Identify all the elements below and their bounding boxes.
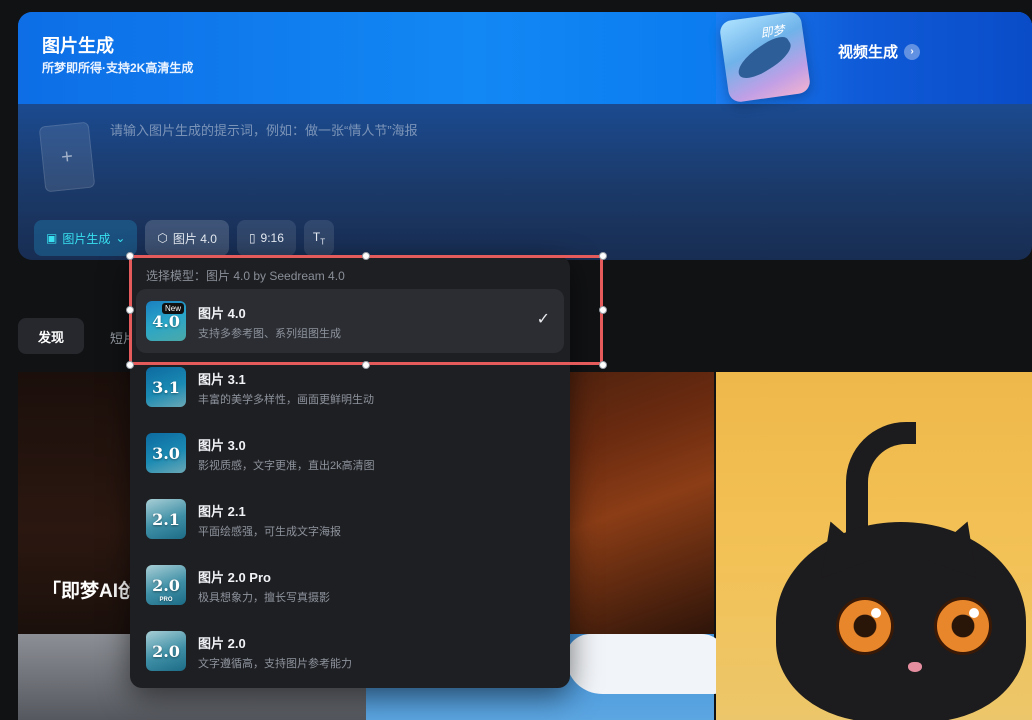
resize-handle[interactable] xyxy=(599,306,607,314)
model-thumbnail-label: 3.1 xyxy=(152,377,180,397)
image-generation-panel: 图片生成 所梦即所得·支持2K高清生成 即梦 视频生成 › + 请输入图片生成的… xyxy=(18,12,1032,260)
resize-handle[interactable] xyxy=(362,361,370,369)
model-name: 图片 3.1 xyxy=(198,372,246,387)
image-mode-icon: ▣ xyxy=(46,231,58,245)
cat-nose xyxy=(908,662,922,672)
model-option-3-0[interactable]: 3.0 图片 3.0 影视质感，文字更准，直出2k高清图 xyxy=(136,421,564,485)
model-name: 图片 2.0 xyxy=(198,636,246,651)
cube-icon: ⬡ xyxy=(157,231,168,245)
resize-handle[interactable] xyxy=(362,252,370,260)
resize-handle[interactable] xyxy=(126,252,134,260)
dropdown-header: 选择模型：图片 4.0 by Seedream 4.0 xyxy=(146,269,345,283)
checkmark-icon: ✓ xyxy=(536,311,550,328)
model-description: 文字遵循高，支持图片参考能力 xyxy=(198,658,352,670)
model-thumbnail: 3.0 xyxy=(146,433,186,473)
gallery-card-black-cat[interactable] xyxy=(716,372,1032,720)
model-dropdown: 选择模型：图片 4.0 by Seedream 4.0 4.0 New 图片 4… xyxy=(130,256,570,688)
model-option-2-0[interactable]: 2.0 图片 2.0 文字遵循高，支持图片参考能力 xyxy=(136,619,564,683)
model-description: 丰富的美学多样性，画面更鲜明生动 xyxy=(198,394,374,406)
video-generation-label: 视频生成 xyxy=(838,44,899,61)
cat-eye xyxy=(836,597,894,655)
model-option-2-0-pro[interactable]: 2.0 PRO 图片 2.0 Pro 极具想象力，擅长写真摄影 xyxy=(136,553,564,617)
model-description: 支持多参考图、系列组图生成 xyxy=(198,328,341,340)
aspect-ratio-label: 9:16 xyxy=(260,231,284,245)
aspect-ratio-button[interactable]: ▯ 9:16 xyxy=(236,220,296,256)
model-option-3-1[interactable]: 3.1 图片 3.1 丰富的美学多样性，画面更鲜明生动 xyxy=(136,355,564,419)
model-name: 图片 4.0 xyxy=(198,306,246,321)
resize-handle[interactable] xyxy=(599,252,607,260)
mode-select-button[interactable]: ▣ 图片生成 ⌄ xyxy=(34,220,138,256)
model-description: 平面绘感强，可生成文字海报 xyxy=(198,526,341,538)
model-option-4-0[interactable]: 4.0 New 图片 4.0 支持多参考图、系列组图生成 ✓ xyxy=(136,289,564,353)
model-select-button[interactable]: ⬡ 图片 4.0 xyxy=(145,220,229,256)
chevron-right-icon: › xyxy=(904,43,921,60)
model-select-label: 图片 4.0 xyxy=(172,231,217,246)
model-thumbnail-label: 2.0 xyxy=(152,575,180,595)
cat-eye xyxy=(934,597,992,655)
model-description: 极具想象力，擅长写真摄影 xyxy=(198,592,330,604)
video-generation-card[interactable]: 即梦 视频生成 › xyxy=(716,12,1032,104)
page-title: 图片生成 xyxy=(42,36,114,56)
model-thumbnail: 2.1 xyxy=(146,499,186,539)
cloud-image xyxy=(566,634,726,694)
mode-select-label: 图片生成 xyxy=(62,231,111,246)
model-thumbnail: 2.0 PRO xyxy=(146,565,186,605)
model-thumbnail: 2.0 xyxy=(146,631,186,671)
model-thumbnail: 3.1 xyxy=(146,367,186,407)
model-thumbnail: 4.0 New xyxy=(146,301,186,341)
model-thumbnail-label: 2.0 xyxy=(152,641,180,661)
plus-icon: + xyxy=(59,144,74,169)
chevron-down-icon: ⌄ xyxy=(115,231,126,245)
text-size-icon: TT xyxy=(312,229,326,247)
model-name: 图片 2.0 Pro xyxy=(198,570,271,585)
upload-reference-button[interactable]: + xyxy=(38,121,96,193)
video-thumbnail-label: 即梦 xyxy=(759,23,786,41)
tab-discover[interactable]: 发现 xyxy=(18,318,84,354)
page-subtitle: 所梦即所得·支持2K高清生成 xyxy=(42,61,194,75)
model-thumbnail-label: 4.0 xyxy=(152,311,180,331)
video-generation-link[interactable]: 视频生成 › xyxy=(838,41,921,62)
video-thumbnail: 即梦 xyxy=(718,12,812,104)
model-name: 图片 2.1 xyxy=(198,504,246,519)
text-size-button[interactable]: TT xyxy=(303,220,335,256)
resize-handle[interactable] xyxy=(126,361,134,369)
resize-handle[interactable] xyxy=(126,306,134,314)
model-thumbnail-label: 3.0 xyxy=(152,443,180,463)
model-name: 图片 3.0 xyxy=(198,438,246,453)
phone-ratio-icon: ▯ xyxy=(248,231,256,245)
model-thumbnail-label: 2.1 xyxy=(152,509,180,529)
prompt-input[interactable]: 请输入图片生成的提示词，例如：做一张“情人节”海报 xyxy=(110,120,418,139)
model-option-2-1[interactable]: 2.1 图片 2.1 平面绘感强，可生成文字海报 xyxy=(136,487,564,551)
gallery-card-title: 「即梦AI创 xyxy=(42,581,138,602)
model-description: 影视质感，文字更准，直出2k高清图 xyxy=(198,460,375,472)
new-badge: New xyxy=(162,303,185,314)
generation-toolbar: ▣ 图片生成 ⌄ ⬡ 图片 4.0 ▯ 9:16 TT xyxy=(34,220,335,256)
resize-handle[interactable] xyxy=(599,361,607,369)
hero-banner: 图片生成 所梦即所得·支持2K高清生成 即梦 视频生成 › xyxy=(18,12,1032,104)
prompt-area[interactable]: + 请输入图片生成的提示词，例如：做一张“情人节”海报 ▣ 图片生成 ⌄ ⬡ 图… xyxy=(18,104,1032,260)
pro-tag: PRO xyxy=(159,597,173,603)
